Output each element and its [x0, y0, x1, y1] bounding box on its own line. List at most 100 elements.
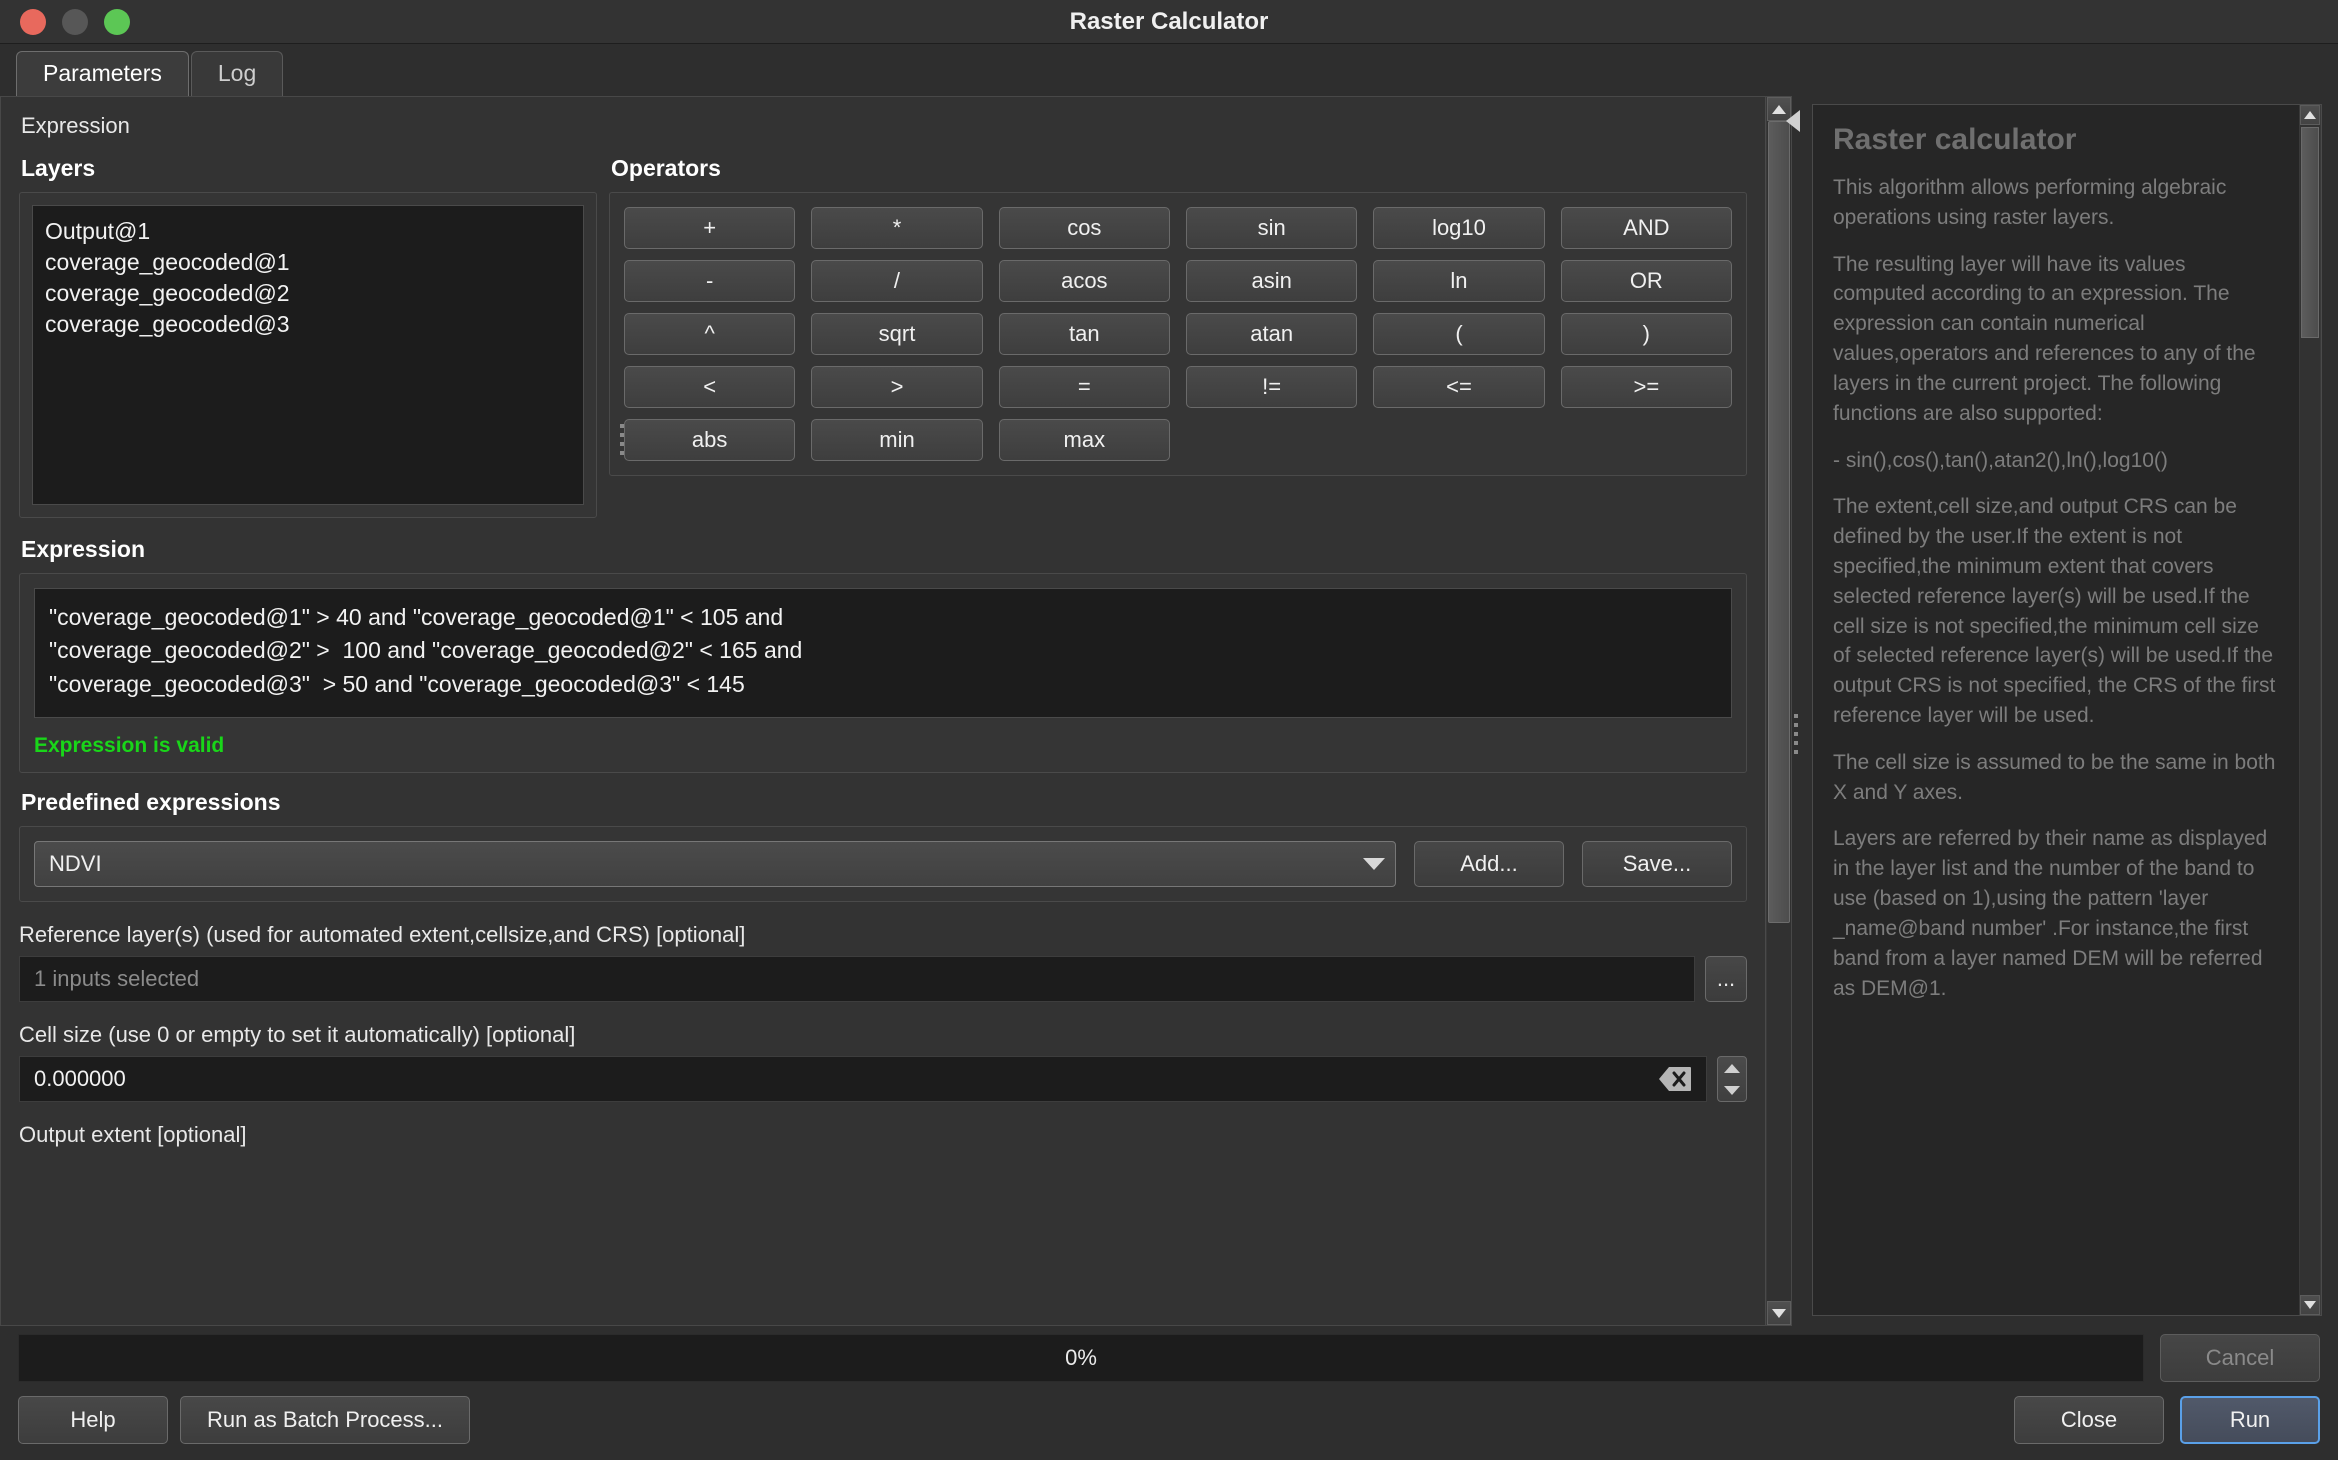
expression-group: "coverage_geocoded@1" > 40 and "coverage… — [19, 573, 1747, 773]
close-icon[interactable] — [20, 8, 46, 35]
caret-down-icon — [1771, 1308, 1786, 1318]
operator-button[interactable]: max — [998, 419, 1170, 461]
operator-button[interactable]: + — [624, 207, 796, 249]
panel-splitter[interactable] — [1794, 714, 1798, 754]
cell-size-label: Cell size (use 0 or empty to set it auto… — [19, 1022, 576, 1047]
operator-button[interactable]: OR — [1560, 260, 1732, 302]
operator-button[interactable]: abs — [624, 419, 796, 461]
progress-row: 0% Cancel — [18, 1334, 2320, 1382]
clear-icon[interactable] — [1658, 1066, 1692, 1092]
expression-title: Expression — [21, 536, 145, 562]
help-paragraph: Layers are referred by their name as dis… — [1833, 827, 2268, 1000]
operator-button[interactable]: ln — [1373, 260, 1545, 302]
operator-button[interactable]: ) — [1560, 313, 1732, 355]
cell-size-input[interactable]: 0.000000 — [19, 1056, 1707, 1102]
caret-down-icon — [2304, 1301, 2316, 1309]
tab-log[interactable]: Log — [190, 51, 284, 96]
parameters-scrollbar[interactable] — [1765, 97, 1791, 1325]
layers-list[interactable]: Output@1 coverage_geocoded@1 coverage_ge… — [32, 205, 584, 505]
minimize-icon[interactable] — [62, 8, 88, 35]
operator-button[interactable]: < — [624, 366, 796, 408]
predefined-expression-select[interactable]: NDVI — [34, 841, 1396, 887]
run-as-batch-process-button[interactable]: Run as Batch Process... — [180, 1396, 470, 1444]
list-item[interactable]: coverage_geocoded@2 — [45, 278, 571, 309]
help-paragraph: This algorithm allows performing algebra… — [1833, 176, 2227, 229]
layers-column: Layers Output@1 coverage_geocoded@1 cove… — [19, 155, 597, 518]
operator-button[interactable]: - — [624, 260, 796, 302]
operator-button[interactable]: = — [998, 366, 1170, 408]
expression-line: "coverage_geocoded@1" > 40 and "coverage… — [49, 604, 784, 630]
add-expression-button[interactable]: Add... — [1414, 841, 1564, 887]
operator-button[interactable]: sqrt — [811, 313, 983, 355]
help-scroll-up-button[interactable] — [2300, 105, 2320, 125]
operator-button[interactable]: AND — [1560, 207, 1732, 249]
operator-button[interactable]: min — [811, 419, 983, 461]
help-scrollbar-track[interactable] — [2300, 125, 2320, 1295]
scrollbar-track[interactable] — [1766, 121, 1791, 1301]
layers-title: Layers — [21, 155, 96, 181]
operator-button[interactable]: log10 — [1373, 207, 1545, 249]
list-item[interactable]: coverage_geocoded@1 — [45, 247, 571, 278]
list-item[interactable]: coverage_geocoded@3 — [45, 309, 571, 340]
reference-layers-label: Reference layer(s) (used for automated e… — [19, 922, 746, 947]
operator-button[interactable]: != — [1185, 366, 1358, 408]
layers-group: Output@1 coverage_geocoded@1 coverage_ge… — [19, 192, 597, 518]
footer-left-buttons: Help Run as Batch Process... — [18, 1396, 470, 1444]
parameters-scroll-area: Expression Layers Output@1 coverage_geoc… — [1, 97, 1765, 1325]
operators-column: Operators + * cos sin log10 AND - / acos… — [609, 155, 1747, 518]
operator-button[interactable]: <= — [1373, 366, 1545, 408]
operator-button[interactable]: > — [811, 366, 983, 408]
help-paragraph: - sin(),cos(),tan(),atan2(),ln(),log10() — [1833, 448, 2168, 472]
list-item[interactable]: Output@1 — [45, 216, 571, 247]
scroll-down-button[interactable] — [1766, 1301, 1791, 1325]
operator-button[interactable]: asin — [1185, 260, 1358, 302]
operator-button[interactable]: atan — [1185, 313, 1358, 355]
caret-up-icon — [1771, 104, 1786, 114]
window-title: Raster Calculator — [1069, 7, 1269, 35]
cell-size-row: 0.000000 — [19, 1056, 1747, 1102]
help-scroll-down-button[interactable] — [2300, 1295, 2320, 1315]
operator-button[interactable]: tan — [998, 313, 1170, 355]
cancel-button[interactable]: Cancel — [2160, 1334, 2320, 1382]
zoom-icon[interactable] — [104, 8, 130, 35]
layers-operators-splitter[interactable] — [620, 424, 624, 455]
predefined-expression-value: NDVI — [49, 851, 102, 876]
collapse-help-panel-icon[interactable] — [1786, 110, 1800, 132]
stepper-down-icon[interactable] — [1724, 1085, 1740, 1095]
parameters-pane: Expression Layers Output@1 coverage_geoc… — [0, 96, 1792, 1326]
expression-line: "coverage_geocoded@3" > 50 and "coverage… — [49, 670, 745, 697]
operator-button[interactable]: sin — [1185, 207, 1358, 249]
help-button[interactable]: Help — [18, 1396, 168, 1444]
predefined-expressions-section: Predefined expressions NDVI Add... Save.… — [19, 789, 1747, 902]
operator-button[interactable]: cos — [998, 207, 1170, 249]
close-button[interactable]: Close — [2014, 1396, 2164, 1444]
cell-size-stepper[interactable] — [1717, 1056, 1747, 1102]
reference-layers-input[interactable]: 1 inputs selected — [19, 956, 1695, 1002]
help-paragraph: The extent,cell size,and output CRS can … — [1833, 495, 2276, 727]
operator-button[interactable]: ( — [1373, 313, 1545, 355]
operators-title: Operators — [611, 155, 721, 181]
left-column: Parameters Log Expression Layers Output@… — [0, 44, 1798, 1326]
save-expression-button[interactable]: Save... — [1582, 841, 1732, 887]
predefined-expressions-title: Predefined expressions — [21, 789, 281, 815]
operators-grid: + * cos sin log10 AND - / acos asin ln O… — [624, 207, 1732, 461]
help-scrollbar[interactable] — [2299, 105, 2321, 1315]
operator-button[interactable]: ^ — [624, 313, 796, 355]
tab-parameters[interactable]: Parameters — [16, 51, 189, 96]
expression-input[interactable]: "coverage_geocoded@1" > 40 and "coverage… — [34, 588, 1732, 718]
stepper-up-icon[interactable] — [1724, 1063, 1740, 1073]
help-scrollbar-thumb[interactable] — [2301, 127, 2319, 338]
title-bar: Raster Calculator — [0, 0, 2338, 44]
operator-button[interactable]: acos — [998, 260, 1170, 302]
operator-button[interactable]: >= — [1560, 366, 1732, 408]
operators-group: + * cos sin log10 AND - / acos asin ln O… — [609, 192, 1747, 476]
window-controls — [20, 8, 130, 35]
caret-up-icon — [2304, 111, 2316, 119]
scrollbar-thumb[interactable] — [1767, 121, 1790, 924]
operator-button[interactable]: / — [811, 260, 983, 302]
operator-button[interactable]: * — [811, 207, 983, 249]
reference-layers-browse-button[interactable]: ... — [1705, 956, 1747, 1002]
expression-validity-status: Expression is valid — [34, 734, 225, 757]
footer: 0% Cancel Help Run as Batch Process... C… — [0, 1326, 2338, 1460]
run-button[interactable]: Run — [2180, 1396, 2320, 1444]
